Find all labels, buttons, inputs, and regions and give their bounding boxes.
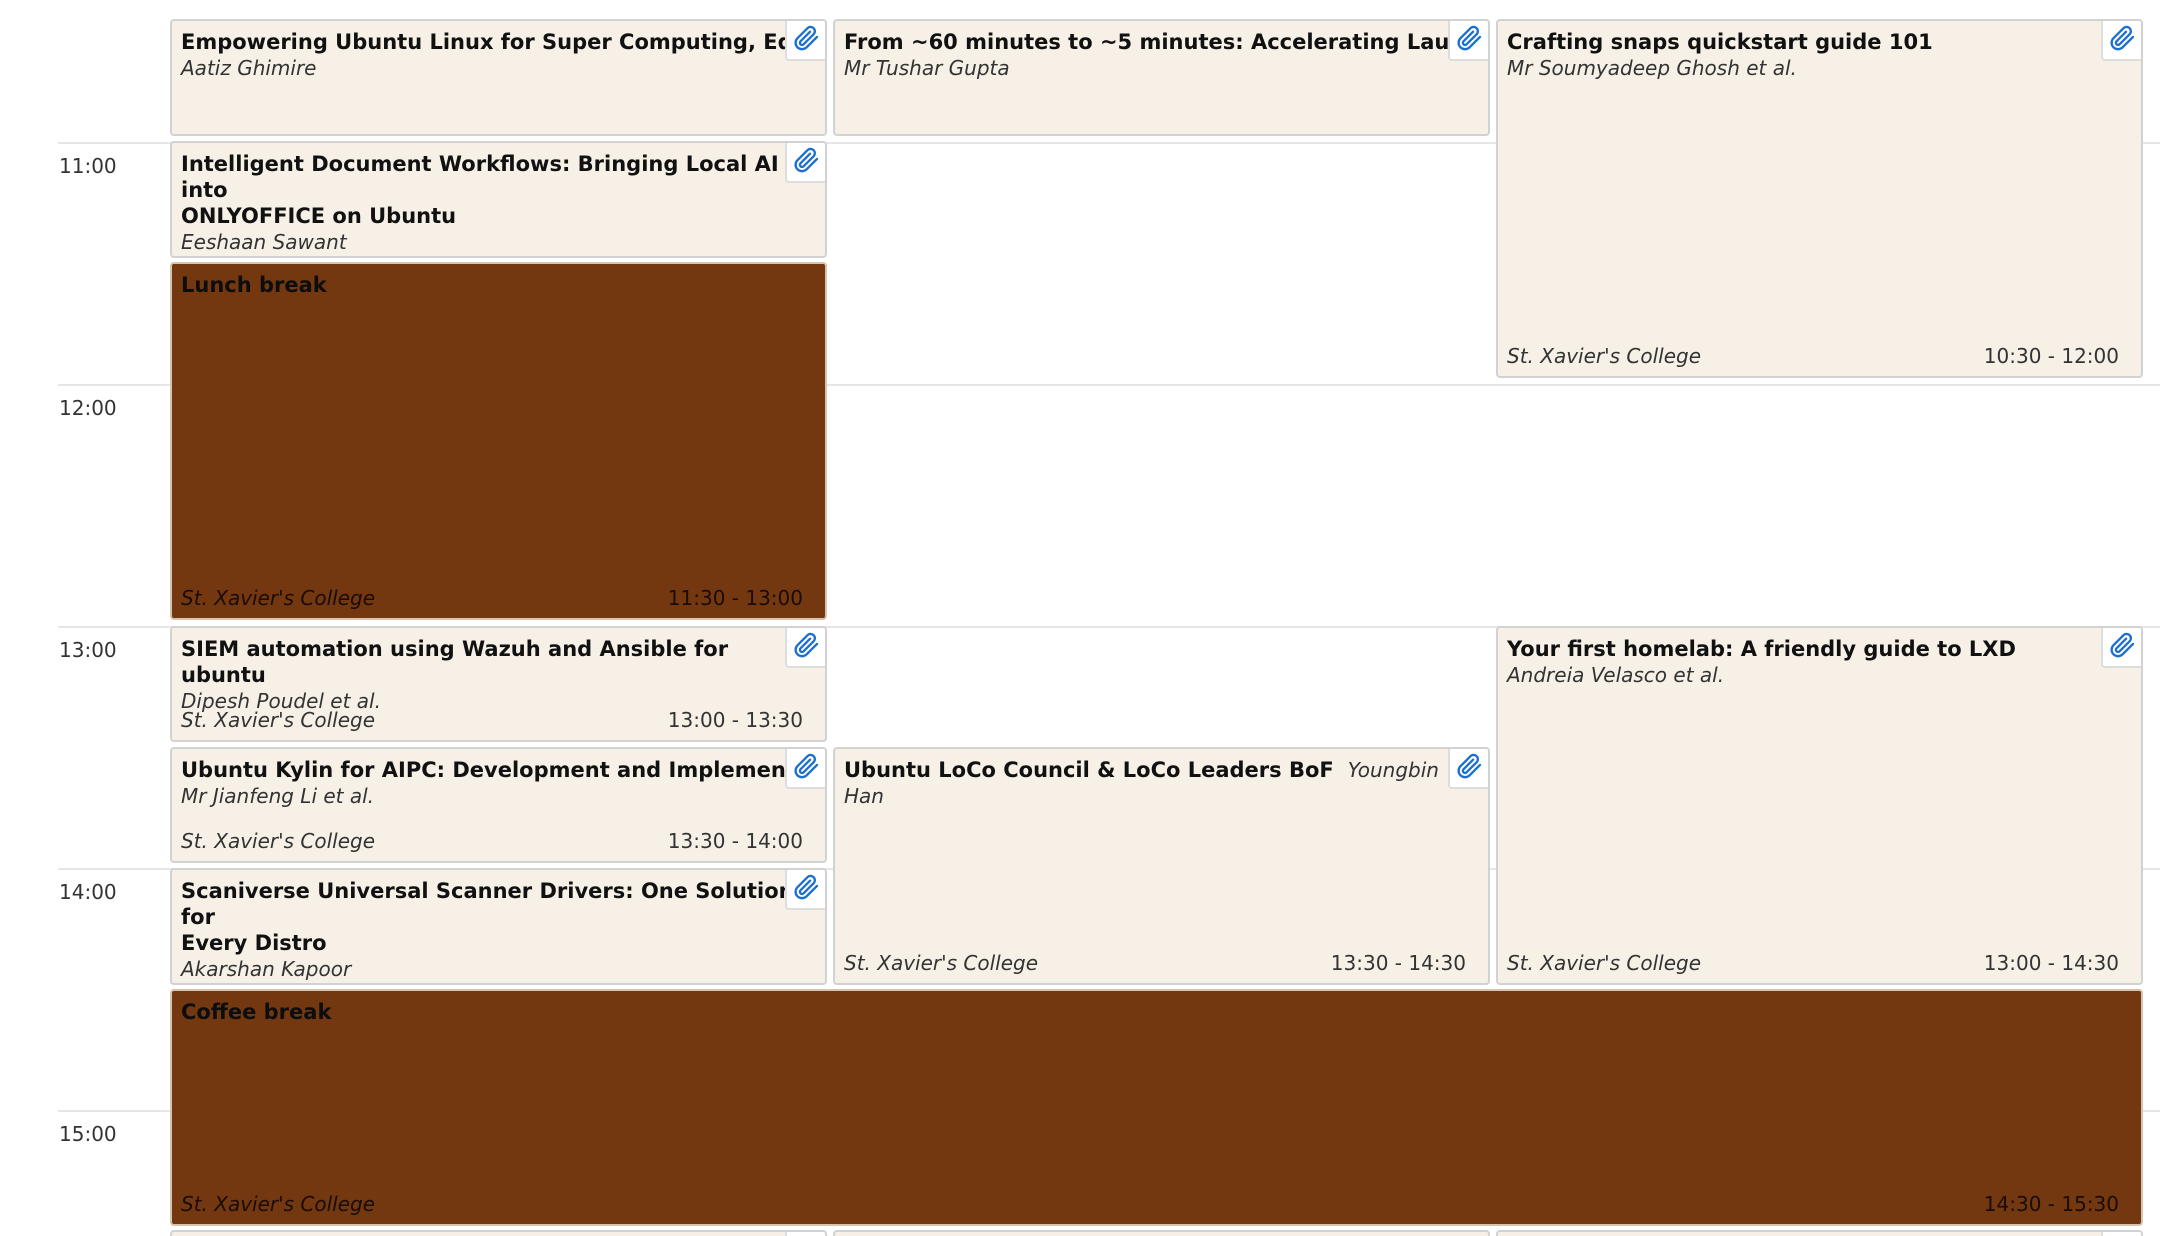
event-room: St. Xavier's College (181, 1192, 376, 1216)
event-room: St. Xavier's College (181, 586, 376, 610)
event-room: St. Xavier's College (1507, 344, 1702, 368)
event-title: Intelligent Document Workflows: Bringing… (181, 152, 779, 228)
event-empowering-ubuntu-nepal[interactable]: Empowering Ubuntu Linux for Super Comput… (170, 19, 827, 136)
event-intelligent-document-workflows[interactable]: Intelligent Document Workflows: Bringing… (170, 141, 827, 258)
event-siem-automation[interactable]: SIEM automation using Wazuh and Ansible … (170, 626, 827, 742)
event-speaker: Mr Tushar Gupta (844, 56, 1010, 80)
attachment-button[interactable] (2101, 628, 2141, 668)
event-title: Lunch break (181, 273, 327, 297)
event-footer: St. Xavier's College 13:00 - 14:30 (1507, 950, 2119, 976)
time-label: 14:00 (59, 880, 117, 904)
event-speaker: Akarshan Kapoor (181, 957, 352, 981)
event-next-row-partial[interactable] (1496, 1230, 2143, 1236)
event-next-row-partial[interactable] (833, 1230, 1490, 1236)
paperclip-icon (1455, 24, 1483, 56)
event-speaker: Aatiz Ghimire (181, 56, 317, 80)
paperclip-icon (792, 24, 820, 56)
time-label: 15:00 (59, 1122, 117, 1146)
event-room: St. Xavier's College (181, 829, 376, 853)
attachment-button[interactable] (785, 749, 825, 789)
event-title: Your first homelab: A friendly guide to … (1507, 637, 2016, 661)
event-time: 10:30 - 12:00 (1983, 344, 2119, 368)
event-room: St. Xavier's College (1507, 951, 1702, 975)
paperclip-icon (792, 146, 820, 178)
attachment-button[interactable] (785, 1232, 825, 1236)
event-scaniverse-scanner-drivers[interactable]: Scaniverse Universal Scanner Drivers: On… (170, 868, 827, 985)
attachment-button[interactable] (785, 21, 825, 61)
event-footer: St. Xavier's College 14:30 - 15:30 (181, 1191, 2119, 1217)
event-speaker: Eeshaan Sawant (181, 230, 347, 254)
event-room: St. Xavier's College (844, 951, 1039, 975)
event-next-row-partial[interactable] (170, 1230, 827, 1236)
event-time: 13:30 - 14:00 (667, 829, 803, 853)
time-label: 12:00 (59, 396, 117, 420)
time-label: 11:00 (59, 154, 117, 178)
paperclip-icon (792, 873, 820, 905)
event-speaker: Andreia Velasco et al. (1507, 663, 1725, 687)
event-title: SIEM automation using Wazuh and Ansible … (181, 637, 729, 687)
event-time: 14:30 - 15:30 (1983, 1192, 2119, 1216)
attachment-button[interactable] (785, 143, 825, 183)
event-time: 11:30 - 13:00 (667, 586, 803, 610)
paperclip-icon (1455, 752, 1483, 784)
attachment-button[interactable] (2101, 21, 2141, 61)
event-accelerating-launchpad-setup[interactable]: From ~60 minutes to ~5 minutes: Accelera… (833, 19, 1490, 136)
event-room: St. Xavier's College (181, 708, 376, 732)
event-coffee-break[interactable]: Coffee break St. Xavier's College 14:30 … (170, 989, 2143, 1226)
event-title: Ubuntu Kylin for AIPC: Development and I… (181, 758, 816, 782)
event-footer: St. Xavier's College 13:30 - 14:00 (181, 828, 803, 854)
event-title: Crafting snaps quickstart guide 101 (1507, 30, 1933, 54)
event-title-text: Ubuntu LoCo Council & LoCo Leaders BoF (844, 758, 1334, 782)
event-footer: St. Xavier's College 13:00 - 13:30 (181, 707, 803, 733)
event-first-homelab-lxd[interactable]: Your first homelab: A friendly guide to … (1496, 626, 2143, 985)
attachment-button[interactable] (1448, 21, 1488, 61)
event-time: 13:00 - 13:30 (667, 708, 803, 732)
event-footer: St. Xavier's College 10:30 - 12:00 (1507, 343, 2119, 369)
event-time: 13:00 - 14:30 (1983, 951, 2119, 975)
paperclip-icon (792, 631, 820, 663)
event-speaker: Mr Jianfeng Li et al. (181, 784, 375, 808)
attachment-button[interactable] (1448, 749, 1488, 789)
time-label: 13:00 (59, 638, 117, 662)
paperclip-icon (2108, 24, 2136, 56)
event-title: Ubuntu LoCo Council & LoCo Leaders BoF Yo… (844, 757, 1479, 809)
event-title: Scaniverse Universal Scanner Drivers: On… (181, 879, 794, 955)
timetable-grid: 11:00 12:00 13:00 14:00 15:00 Empowering… (0, 0, 2160, 1236)
paperclip-icon (2108, 631, 2136, 663)
event-time: 13:30 - 14:30 (1330, 951, 1466, 975)
attachment-button[interactable] (2101, 1232, 2141, 1236)
attachment-button[interactable] (785, 870, 825, 910)
event-title: From ~60 minutes to ~5 minutes: Accelera… (844, 30, 1479, 54)
event-title: Empowering Ubuntu Linux for Super Comput… (181, 30, 816, 54)
attachment-button[interactable] (785, 628, 825, 668)
paperclip-icon (792, 752, 820, 784)
event-footer: St. Xavier's College 11:30 - 13:00 (181, 585, 803, 611)
event-title: Coffee break (181, 1000, 332, 1024)
event-footer: St. Xavier's College 13:30 - 14:30 (844, 950, 1466, 976)
event-lunch-break[interactable]: Lunch break St. Xavier's College 11:30 -… (170, 262, 827, 620)
event-speaker: Mr Soumyadeep Ghosh et al. (1507, 56, 1797, 80)
event-loco-council-bof[interactable]: Ubuntu LoCo Council & LoCo Leaders BoF Yo… (833, 747, 1490, 985)
event-ubuntu-kylin-aipc[interactable]: Ubuntu Kylin for AIPC: Development and I… (170, 747, 827, 863)
event-crafting-snaps[interactable]: Crafting snaps quickstart guide 101 Mr S… (1496, 19, 2143, 378)
